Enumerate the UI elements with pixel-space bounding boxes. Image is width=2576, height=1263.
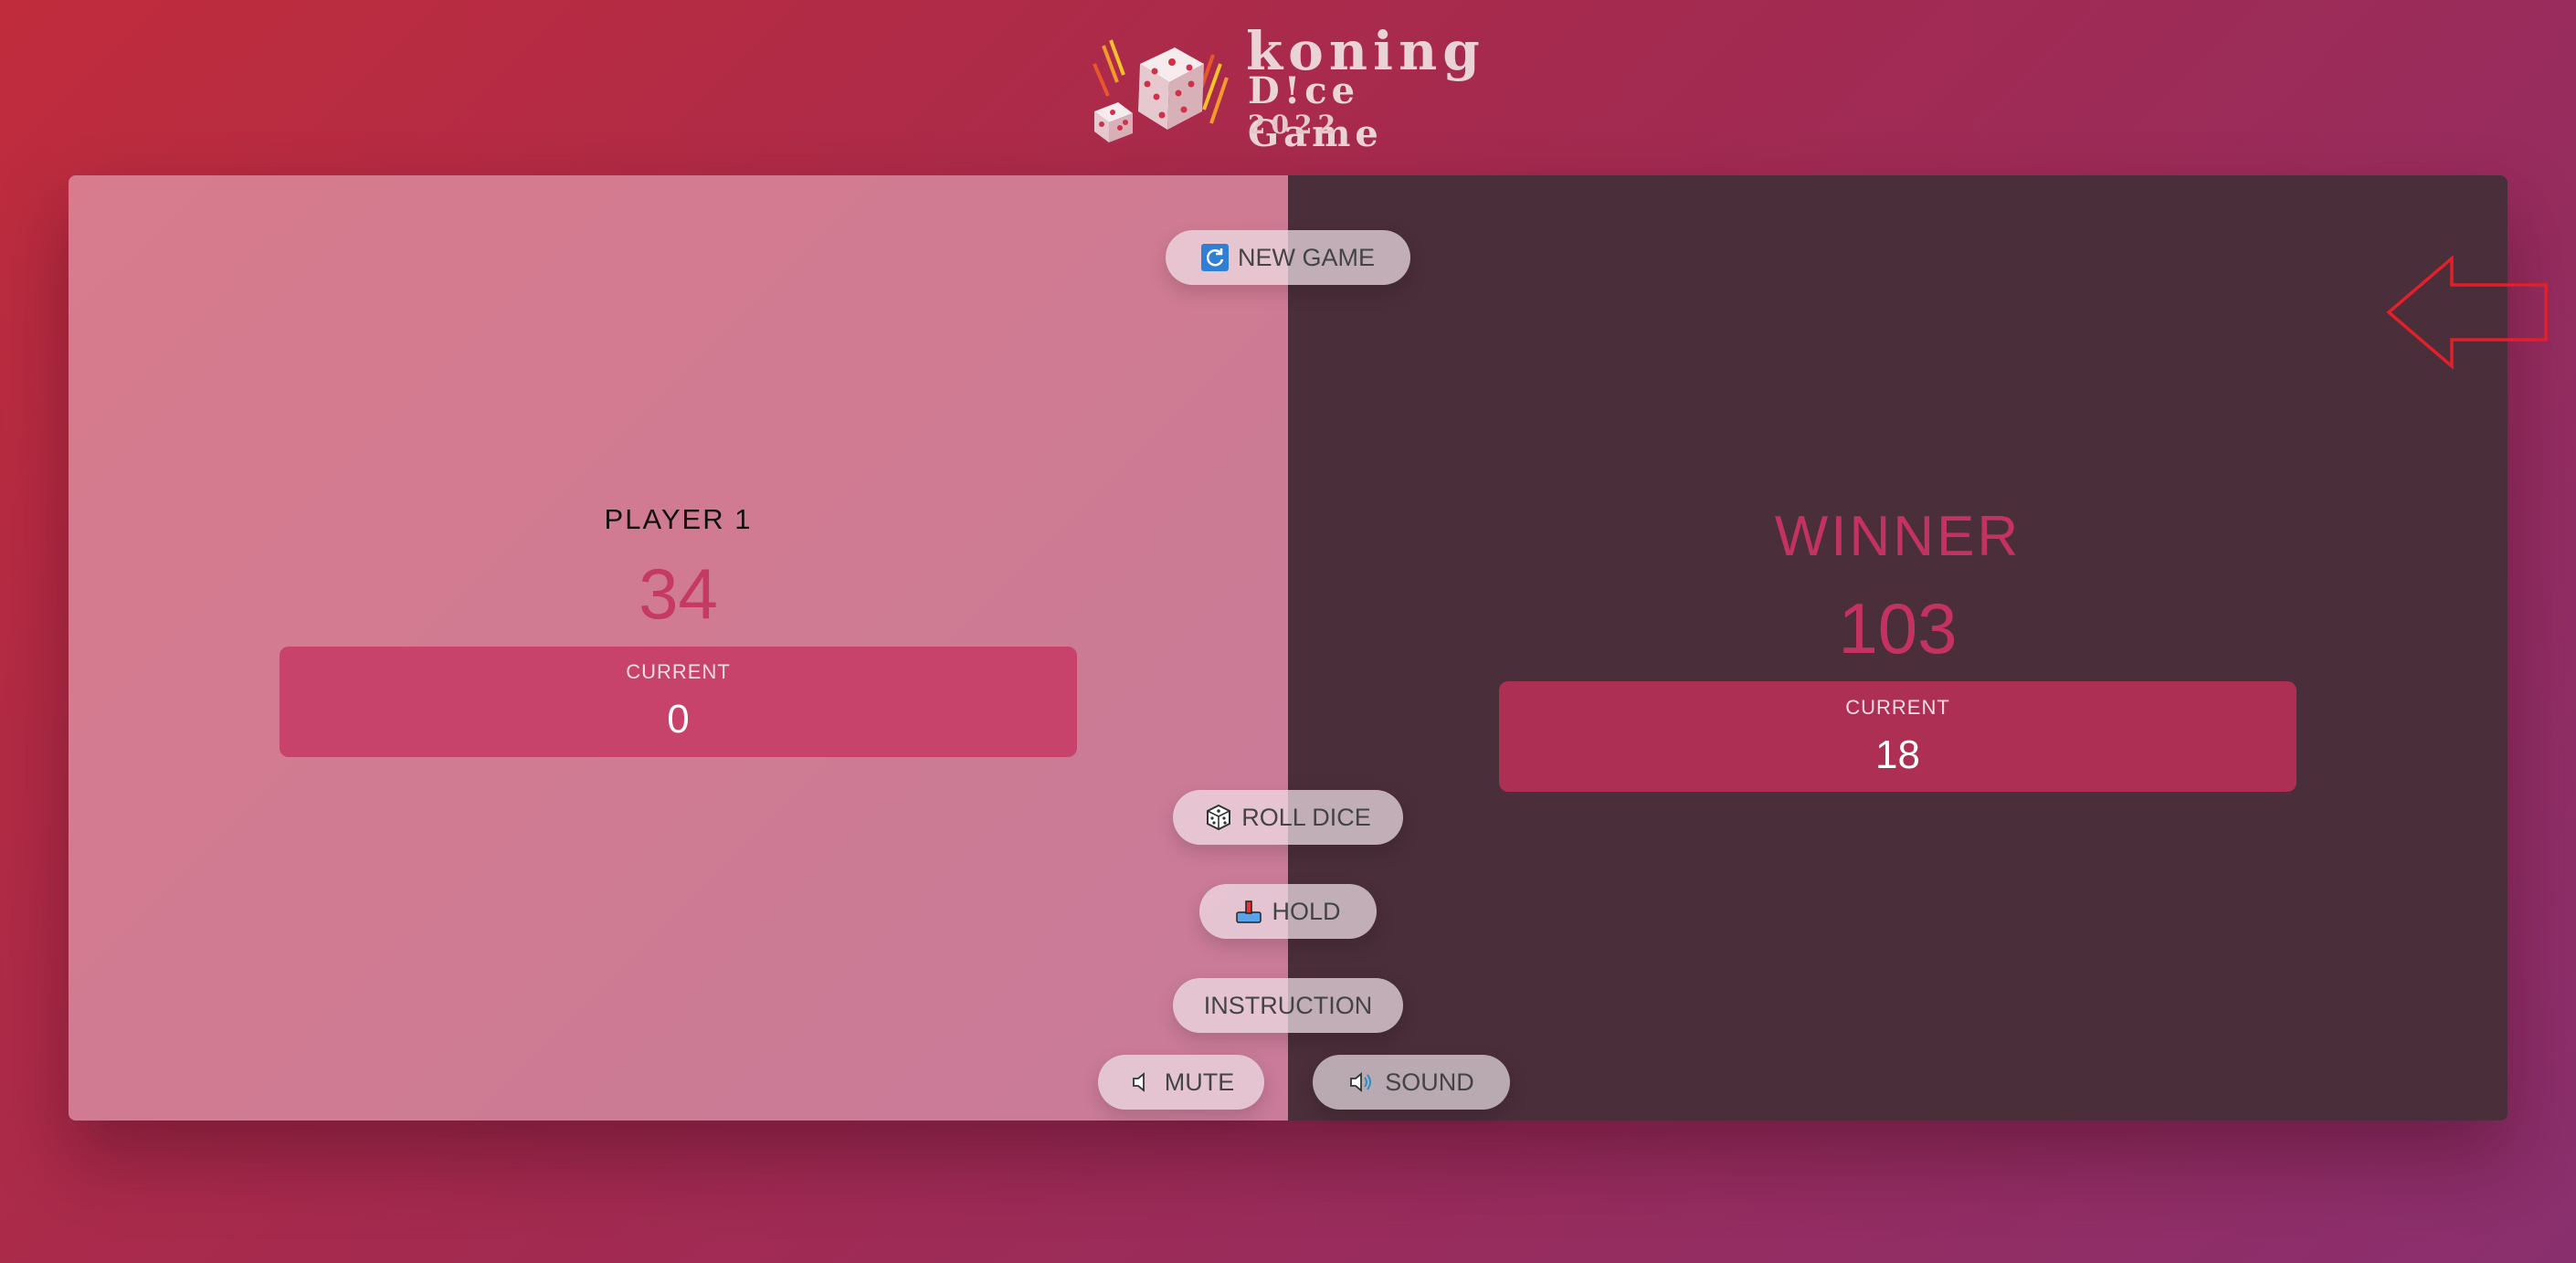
- sound-label: SOUND: [1385, 1068, 1474, 1096]
- sound-button[interactable]: SOUND: [1313, 1055, 1510, 1110]
- hold-label: HOLD: [1272, 897, 1341, 925]
- player-2-panel: WINNER 103 CURRENT 18: [1288, 175, 2507, 1121]
- player-1-name: PLAYER 1: [604, 502, 753, 535]
- dice-icon: [1205, 804, 1232, 831]
- logo-year: 2022: [1248, 110, 1341, 140]
- player-2-current-score: 18: [1875, 731, 1920, 777]
- dice-logo-icon: [1093, 39, 1229, 142]
- hold-button[interactable]: HOLD: [1199, 884, 1377, 939]
- player-1-current-label: CURRENT: [626, 660, 731, 683]
- roll-dice-label: ROLL DICE: [1241, 803, 1371, 831]
- new-game-label: NEW GAME: [1237, 243, 1375, 271]
- speaker-sound-icon: [1348, 1068, 1376, 1096]
- hold-icon: [1235, 898, 1262, 925]
- mute-button[interactable]: MUTE: [1098, 1055, 1264, 1110]
- player-2-current-box: CURRENT 18: [1499, 681, 2296, 792]
- roll-dice-button[interactable]: ROLL DICE: [1173, 790, 1403, 845]
- instruction-button[interactable]: INSTRUCTION: [1173, 978, 1403, 1033]
- left-arrow-icon: [2386, 256, 2548, 370]
- speaker-mute-icon: [1128, 1068, 1156, 1096]
- refresh-icon: [1200, 244, 1229, 271]
- instruction-label: INSTRUCTION: [1203, 991, 1373, 1019]
- new-game-button[interactable]: NEW GAME: [1166, 230, 1410, 285]
- player-1-score: 34: [639, 553, 718, 634]
- winner-label: WINNER: [1774, 505, 2022, 568]
- player-2-score: 103: [1838, 588, 1958, 668]
- game-logo: koning D!ce Game 2022: [1067, 20, 1505, 155]
- player-1-current-box: CURRENT 0: [280, 646, 1077, 757]
- player-1-current-score: 0: [667, 697, 690, 742]
- mute-label: MUTE: [1164, 1068, 1235, 1096]
- player-2-current-label: CURRENT: [1845, 695, 1950, 719]
- player-1-panel: PLAYER 1 34 CURRENT 0: [69, 175, 1288, 1121]
